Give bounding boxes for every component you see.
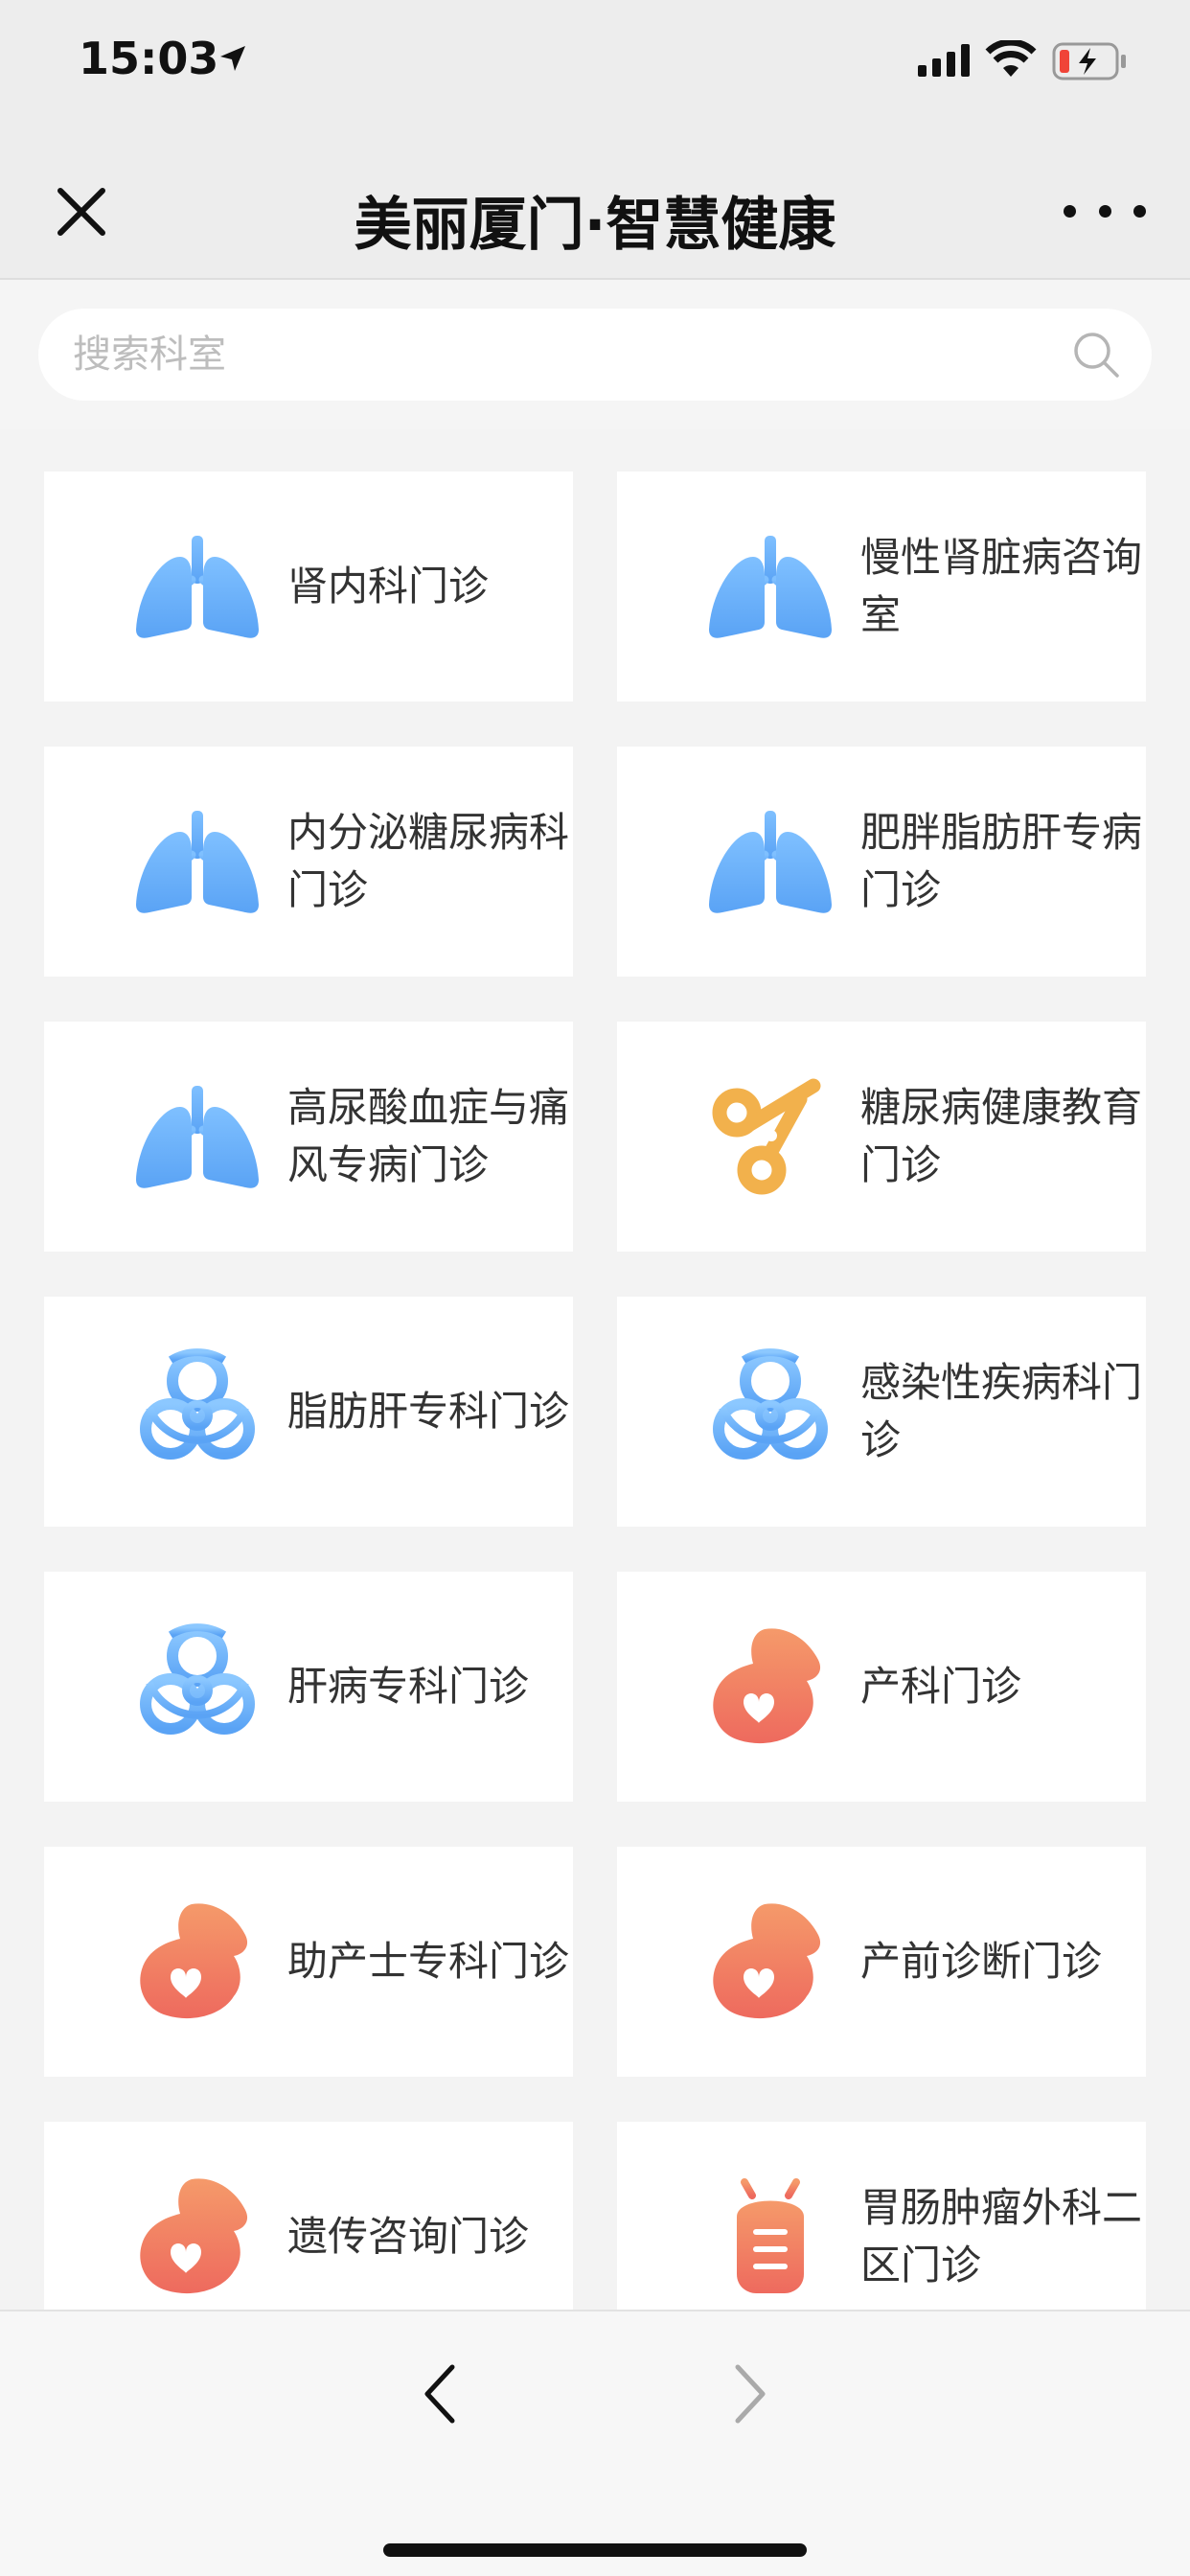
department-card[interactable]: 产前诊断门诊: [617, 1847, 1146, 2077]
department-card[interactable]: 慢性肾脏病咨询室: [617, 472, 1146, 702]
lungs-icon: [130, 519, 264, 654]
chevron-left-icon: [424, 2364, 455, 2424]
department-label: 遗传咨询门诊: [287, 2213, 530, 2260]
department-grid: 肾内科门诊 慢性肾脏病咨询室内分泌糖尿病科门诊 肥胖脂肪肝专病门诊高尿酸血症与痛风专…: [0, 429, 1190, 2310]
lungs-icon: [703, 519, 837, 654]
page-title: 美丽厦门·智慧健康: [354, 192, 836, 259]
department-card[interactable]: 糖尿病健康教育门诊: [617, 1022, 1146, 1252]
search-bar[interactable]: [38, 309, 1152, 401]
department-card[interactable]: 肥胖脂肪肝专病门诊: [617, 747, 1146, 977]
department-label: 感染性疾病科门诊: [860, 1359, 1143, 1463]
wifi-icon: [985, 38, 1037, 82]
department-card[interactable]: 遗传咨询门诊: [44, 2122, 573, 2310]
department-label: 脂肪肝专科门诊: [287, 1388, 570, 1435]
department-label: 高尿酸血症与痛风专病门诊: [287, 1084, 570, 1188]
department-card[interactable]: 肾内科门诊: [44, 472, 573, 702]
scissors-icon: [703, 1070, 837, 1204]
department-label: 糖尿病健康教育门诊: [860, 1084, 1143, 1188]
lungs-icon: [703, 794, 837, 929]
pregnancy-icon: [130, 2170, 264, 2304]
pregnancy-icon: [703, 1895, 837, 2029]
navigation-bar: 美丽厦门·智慧健康: [0, 144, 1190, 280]
department-label: 慢性肾脏病咨询室: [860, 534, 1143, 638]
home-indicator: [383, 2543, 807, 2557]
biohazard-icon: [130, 1345, 264, 1479]
department-label: 助产士专科门诊: [287, 1938, 570, 1985]
search-section: [0, 280, 1190, 429]
search-icon[interactable]: [1071, 330, 1121, 383]
more-dot-icon: [1064, 204, 1076, 218]
more-dot-icon: [1098, 204, 1111, 218]
department-card[interactable]: 内分泌糖尿病科门诊: [44, 747, 573, 977]
department-label: 肾内科门诊: [287, 563, 490, 610]
department-card[interactable]: 高尿酸血症与痛风专病门诊: [44, 1022, 573, 1252]
bug-icon: [703, 2170, 837, 2304]
chevron-right-icon: [735, 2364, 766, 2424]
department-card[interactable]: 产科门诊: [617, 1572, 1146, 1802]
department-card[interactable]: 助产士专科门诊: [44, 1847, 573, 2077]
department-label: 胃肠肿瘤外科二区门诊: [860, 2184, 1143, 2288]
search-input[interactable]: [73, 309, 1031, 401]
pregnancy-icon: [130, 1895, 264, 2029]
department-card[interactable]: 胃肠肿瘤外科二区门诊: [617, 2122, 1146, 2310]
status-bar: 15:03: [0, 0, 1190, 134]
pregnancy-icon: [703, 1620, 837, 1754]
department-label: 肝病专科门诊: [287, 1663, 530, 1710]
top-bar: 15:03 美丽厦门·智慧健康: [0, 0, 1190, 280]
lungs-icon: [130, 1070, 264, 1204]
more-dot-icon: [1133, 204, 1146, 218]
department-card[interactable]: 脂肪肝专科门诊: [44, 1297, 573, 1527]
department-label: 肥胖脂肪肝专病门诊: [860, 809, 1143, 913]
department-label: 产前诊断门诊: [860, 1938, 1103, 1985]
biohazard-icon: [130, 1620, 264, 1754]
battery-icon: [1052, 42, 1129, 84]
forward-button[interactable]: [711, 2356, 788, 2432]
location-arrow-icon: [217, 42, 249, 79]
back-button[interactable]: [402, 2356, 479, 2432]
lungs-icon: [130, 794, 264, 929]
more-options-button[interactable]: [1064, 192, 1146, 230]
biohazard-icon: [703, 1345, 837, 1479]
department-card[interactable]: 感染性疾病科门诊: [617, 1297, 1146, 1527]
bottom-toolbar: [0, 2310, 1190, 2576]
department-label: 内分泌糖尿病科门诊: [287, 809, 570, 913]
department-card[interactable]: 肝病专科门诊: [44, 1572, 573, 1802]
cellular-signal-icon: [918, 44, 972, 80]
department-label: 产科门诊: [860, 1663, 1022, 1710]
status-time: 15:03: [79, 33, 219, 84]
